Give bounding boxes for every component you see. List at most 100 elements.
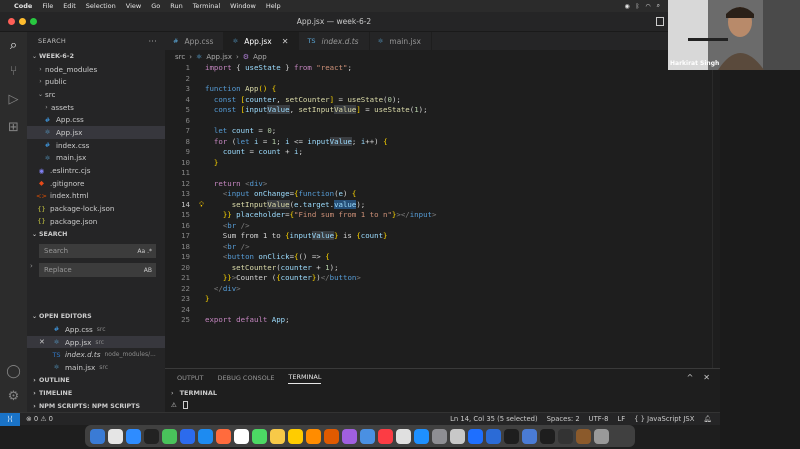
editor-scrollbar[interactable] (712, 63, 720, 368)
code-line[interactable]: 24 (165, 305, 720, 316)
outline-section[interactable]: › OUTLINE (27, 374, 165, 387)
breadcrumb-symbol[interactable]: App (253, 53, 267, 61)
source-control-icon[interactable]: ⑂ (4, 62, 23, 81)
code-line[interactable]: 17 Sum from 1 to {inputValue} is {count} (165, 231, 720, 242)
code-line[interactable]: 16 <br /> (165, 221, 720, 232)
tab-debug-console[interactable]: DEBUG CONSOLE (218, 374, 275, 382)
file-tree-item[interactable]: {} package-lock.json (27, 202, 165, 215)
code-line[interactable]: 11 (165, 168, 720, 179)
code-line[interactable]: 23} (165, 294, 720, 305)
breadcrumb-src[interactable]: src (175, 53, 185, 61)
vscode-icon[interactable] (504, 428, 519, 444)
facetime-icon[interactable] (252, 428, 267, 444)
system-settings-icon[interactable] (432, 428, 447, 444)
language-mode[interactable]: { } JavaScript JSX (634, 415, 694, 423)
code-line[interactable]: 21 }}>Counter ({counter})</button> (165, 273, 720, 284)
reminders-icon[interactable] (306, 428, 321, 444)
calendar-icon[interactable] (234, 428, 249, 444)
zoom-icon[interactable] (468, 428, 483, 444)
obs-icon[interactable] (522, 428, 537, 444)
code-line[interactable]: 7 let count = 0; (165, 126, 720, 137)
code-line[interactable]: 14 💡︎ setInputValue(e.target.value); (165, 199, 720, 211)
code-line[interactable]: 6 (165, 116, 720, 127)
code-line[interactable]: 2 (165, 74, 720, 85)
menu-window[interactable]: Window (230, 2, 256, 10)
file-tree-item[interactable]: ⚛ main.jsx (27, 152, 165, 165)
lightbulb-icon[interactable]: 💡︎ (199, 200, 204, 211)
timeline-section[interactable]: › TIMELINE (27, 387, 165, 400)
maps-icon[interactable] (198, 428, 213, 444)
menu-help[interactable]: Help (266, 2, 281, 10)
menu-view[interactable]: View (126, 2, 141, 10)
code-line[interactable]: 10 } (165, 158, 720, 169)
code-editor[interactable]: 1 import { useState } from "react"; 2 3 func… (165, 63, 720, 368)
indentation[interactable]: Spaces: 2 (547, 415, 580, 423)
menu-terminal[interactable]: Terminal (193, 2, 220, 10)
close-window-button[interactable] (8, 18, 15, 25)
record-icon[interactable]: ◉ (625, 3, 630, 10)
menu-go[interactable]: Go (151, 2, 160, 10)
extensions-icon[interactable]: ⊞ (4, 118, 23, 137)
code-line[interactable]: 18 <br /> (165, 242, 720, 253)
search-input[interactable]: Search Aa .* (39, 244, 156, 258)
maximize-panel-icon[interactable]: ^ (687, 373, 694, 382)
terminal-prompt[interactable]: ⚠ (165, 399, 720, 411)
tab-output[interactable]: OUTPUT (177, 374, 204, 382)
file-tree-item[interactable]: › assets (27, 101, 165, 114)
file-tree-item[interactable]: › node_modules (27, 63, 165, 76)
code-line[interactable]: 15 }} placeholder={"Find sum from 1 to n… (165, 210, 720, 221)
cursor-position[interactable]: Ln 14, Col 35 (5 selected) (450, 415, 537, 423)
music-icon[interactable] (378, 428, 393, 444)
file-tree-item[interactable]: # App.css (27, 113, 165, 126)
file-tree-item[interactable]: ⚛ App.jsx (27, 126, 165, 139)
podcasts-icon[interactable] (342, 428, 357, 444)
zoom-window-button[interactable] (30, 18, 37, 25)
code-line[interactable]: 9 count = count + i; (165, 147, 720, 158)
file-tree-item[interactable]: # index.css (27, 139, 165, 152)
toggle-replace-icon[interactable]: › (30, 262, 33, 270)
launchpad-icon[interactable] (108, 428, 123, 444)
finder-icon[interactable] (90, 428, 105, 444)
screen-icon[interactable] (558, 428, 573, 444)
close-panel-icon[interactable]: ✕ (703, 373, 710, 382)
open-editor-item[interactable]: TS index.d.ts node_modules/... (27, 348, 165, 361)
code-line[interactable]: 8 for (let i = 1; i <= inputValue; i++) … (165, 136, 720, 148)
open-editor-item[interactable]: ✕ ⚛ App.jsx src (27, 335, 165, 349)
code-line[interactable]: 5 const [inputValue, setInputValue] = us… (165, 105, 720, 116)
run-debug-icon[interactable]: ▷ (4, 90, 23, 109)
file-tree-item[interactable]: ◆ .gitignore (27, 177, 165, 190)
chrome-icon[interactable] (486, 428, 501, 444)
mail-icon[interactable] (180, 428, 195, 444)
notes-icon[interactable] (270, 428, 285, 444)
menu-app-name[interactable]: Code (14, 2, 32, 10)
tab-terminal[interactable]: TERMINAL (288, 373, 322, 384)
replace-options[interactable]: AB (144, 267, 152, 274)
code-line[interactable]: 13 <input onChange={function(e) { (165, 189, 720, 200)
menu-selection[interactable]: Selection (86, 2, 116, 10)
replace-input[interactable]: Replace AB (39, 263, 156, 277)
remote-indicator-icon[interactable]: ⟩⟨ (0, 412, 20, 426)
code-line[interactable]: 3 function App() { (165, 84, 720, 95)
messages-icon[interactable] (162, 428, 177, 444)
trash-icon[interactable] (594, 428, 609, 444)
app-store-icon[interactable] (414, 428, 429, 444)
open-editor-item[interactable]: ⚛ main.jsx src (27, 361, 165, 374)
close-tab-icon[interactable]: ✕ (282, 37, 289, 46)
editor-tab[interactable]: # App.css (165, 32, 225, 50)
code-line[interactable]: 22 </div> (165, 284, 720, 295)
apple-tv-icon[interactable] (144, 428, 159, 444)
keynote-icon[interactable] (324, 428, 339, 444)
preview-icon[interactable] (450, 428, 465, 444)
npm-scripts-section[interactable]: › NPM SCRIPTS: NPM SCRIPTS (27, 400, 165, 412)
code-line[interactable]: 12 return <div> (165, 179, 720, 190)
search-section-title[interactable]: ⌄ SEARCH (27, 228, 165, 241)
editor-tab[interactable]: ⚛ main.jsx (370, 32, 432, 50)
open-editors-title[interactable]: ⌄ OPEN EDITORS (27, 310, 165, 323)
search-options[interactable]: Aa .* (137, 248, 152, 255)
search-icon[interactable]: ⌕ (4, 36, 23, 55)
menu-file[interactable]: File (42, 2, 53, 10)
minimize-window-button[interactable] (19, 18, 26, 25)
more-actions-icon[interactable]: ··· (148, 37, 157, 46)
file-tree-item[interactable]: › public (27, 75, 165, 88)
notifications-bell-icon[interactable]: 🔔︎ (703, 415, 712, 423)
